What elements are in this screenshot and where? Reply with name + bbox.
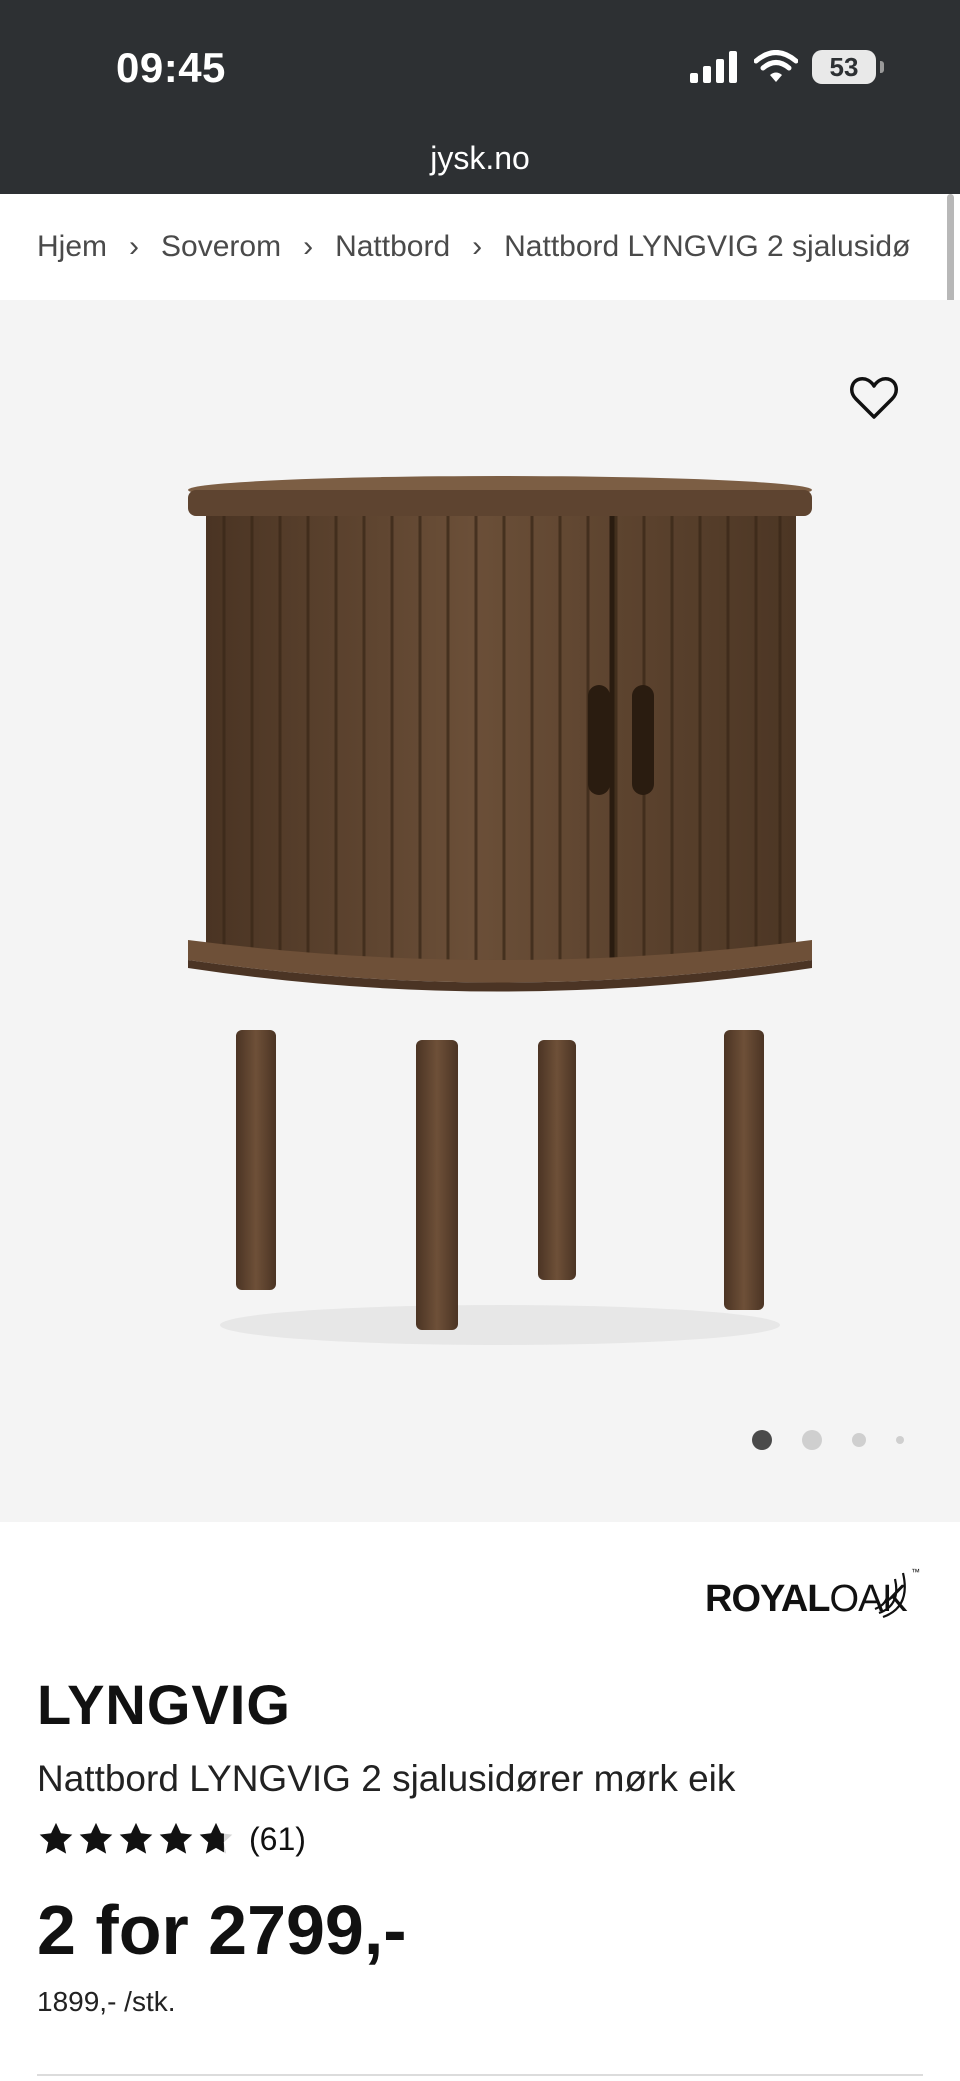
chevron-right-icon: › [472,230,483,263]
star-icon [119,1822,153,1854]
rating-stars [37,1820,235,1858]
wifi-icon [754,50,798,82]
status-bar: 09:45 53 jysk.no [0,0,960,194]
star-partial-icon [199,1822,233,1854]
breadcrumb-home[interactable]: Hjem [37,230,107,264]
brand-logo-tm: ™ [911,1567,920,1577]
brand-logo-part1: ROYAL [705,1578,830,1620]
address-bar-url[interactable]: jysk.no [0,140,960,177]
breadcrumb-soverom[interactable]: Soverom [161,230,281,264]
status-icons: 53 [690,50,884,84]
product-name: LYNGVIG [37,1673,291,1736]
heart-icon[interactable] [848,372,900,424]
product-image[interactable] [180,440,820,1380]
star-icon [159,1822,193,1854]
battery-level: 53 [829,51,859,82]
status-time: 09:45 [116,44,226,91]
chevron-right-icon: › [303,230,314,263]
review-count[interactable]: (61) [249,1821,306,1858]
gallery-dot-3[interactable] [852,1433,866,1447]
product-rating[interactable]: (61) [37,1820,306,1858]
brand-logo[interactable]: ROYALOAK ™ [705,1563,925,1623]
gallery-dot-2[interactable] [802,1430,822,1450]
breadcrumb-nattbord[interactable]: Nattbord [335,230,450,264]
battery-cap [880,61,884,73]
star-icon [39,1822,73,1854]
signal-icon [690,51,737,83]
chevron-right-icon: › [129,230,140,263]
product-description: Nattbord LYNGVIG 2 sjalusidører mørk eik [37,1758,736,1799]
unit-price: 1899,- /stk. [37,1986,176,2017]
gallery-pagination [752,1430,934,1450]
star-icon [79,1822,113,1854]
gallery-dot-1[interactable] [752,1430,772,1450]
svg-text:ROYALOAK: ROYALOAK [705,1578,907,1620]
divider [37,2074,923,2076]
gallery-dot-4[interactable] [896,1436,904,1444]
breadcrumb: Hjem › Soverom › Nattbord › Nattbord LYN… [0,194,960,300]
product-gallery[interactable] [0,300,960,1522]
breadcrumb-current[interactable]: Nattbord LYNGVIG 2 sjalusidø [504,230,910,264]
battery-icon: 53 [812,50,876,84]
product-price: 2 for 2799,- [37,1891,407,1969]
